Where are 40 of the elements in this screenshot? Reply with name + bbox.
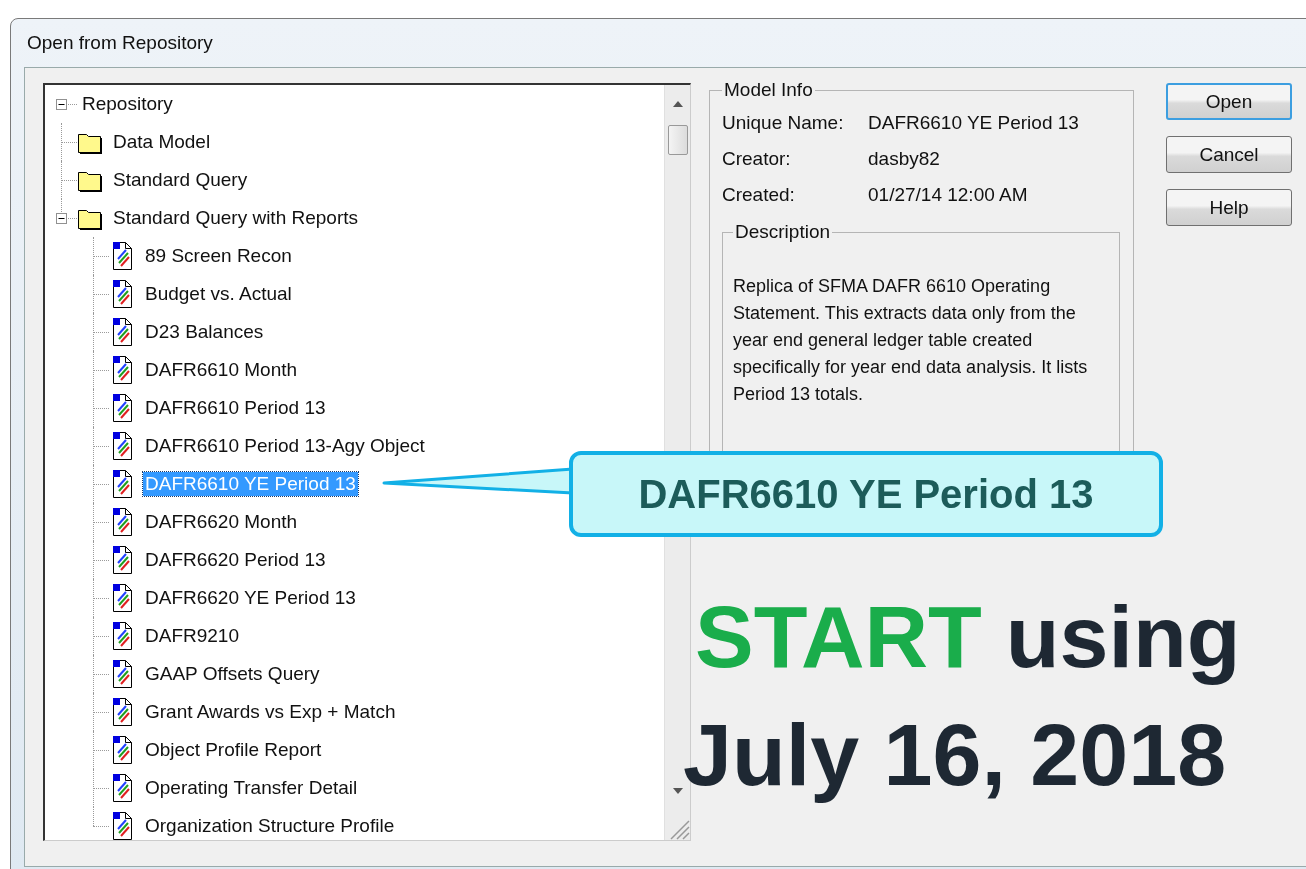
tree-item[interactable]: D23 Balances — [143, 320, 266, 344]
tree-item[interactable]: Standard Query — [111, 168, 250, 192]
field-value: 01/27/14 12:00 AM — [868, 184, 1028, 206]
scroll-thumb[interactable] — [667, 125, 688, 155]
dialog-button[interactable]: Open — [1166, 83, 1292, 120]
tree-item[interactable]: DAFR6610 Period 13-Agy Object — [143, 434, 427, 458]
callout-label: DAFR6610 YE Period 13 — [569, 451, 1163, 537]
collapse-icon[interactable] — [56, 99, 67, 110]
scroll-down-icon[interactable] — [672, 788, 683, 794]
tree-item[interactable]: Object Profile Report — [143, 738, 324, 762]
tree-item[interactable]: Repository — [80, 92, 175, 116]
date-headline: July 16, 2018 — [683, 704, 1228, 806]
dialog-button[interactable]: Cancel — [1166, 136, 1292, 173]
tree-item[interactable]: Grant Awards vs Exp + Match — [143, 700, 398, 724]
window-title: Open from Repository — [27, 32, 213, 54]
tree-item[interactable]: Standard Query with Reports — [111, 206, 360, 230]
tree-item[interactable]: Data Model — [111, 130, 213, 154]
field-value: dasby82 — [868, 148, 940, 170]
field-label: Created: — [722, 184, 796, 206]
tree-item[interactable]: DAFR9210 — [143, 624, 241, 648]
field-value: DAFR6610 YE Period 13 — [868, 112, 1079, 134]
tree-item[interactable]: 89 Screen Recon — [143, 244, 294, 268]
group-title: Description — [734, 221, 832, 243]
field-label: Unique Name: — [722, 112, 845, 134]
tree-item[interactable]: Operating Transfer Detail — [143, 776, 360, 800]
headline: START using — [694, 586, 1241, 688]
description-text: Replica of SFMA DAFR 6610 Operating Statement. This extracts data only from the year end general ledger table created specifically for year end data analysis. It lists Period 13 totals. — [733, 275, 1089, 406]
tree-item[interactable]: Organization Structure Profile — [143, 814, 397, 838]
tree-item[interactable]: DAFR6620 Month — [143, 510, 300, 534]
tree-item[interactable]: DAFR6610 Period 13 — [143, 396, 328, 420]
dialog-button[interactable]: Help — [1166, 189, 1292, 226]
group-title: Model Info — [723, 79, 814, 101]
tree-item[interactable]: DAFR6610 Month — [143, 358, 300, 382]
collapse-icon[interactable] — [56, 213, 67, 224]
scroll-up-icon[interactable] — [672, 101, 683, 107]
tree-item[interactable]: DAFR6620 YE Period 13 — [143, 586, 358, 610]
field-label: Creator: — [722, 148, 792, 170]
tree-item[interactable]: GAAP Offsets Query — [143, 662, 322, 686]
tree-item[interactable]: DAFR6620 Period 13 — [143, 548, 328, 572]
tree-item[interactable]: Budget vs. Actual — [143, 282, 294, 306]
